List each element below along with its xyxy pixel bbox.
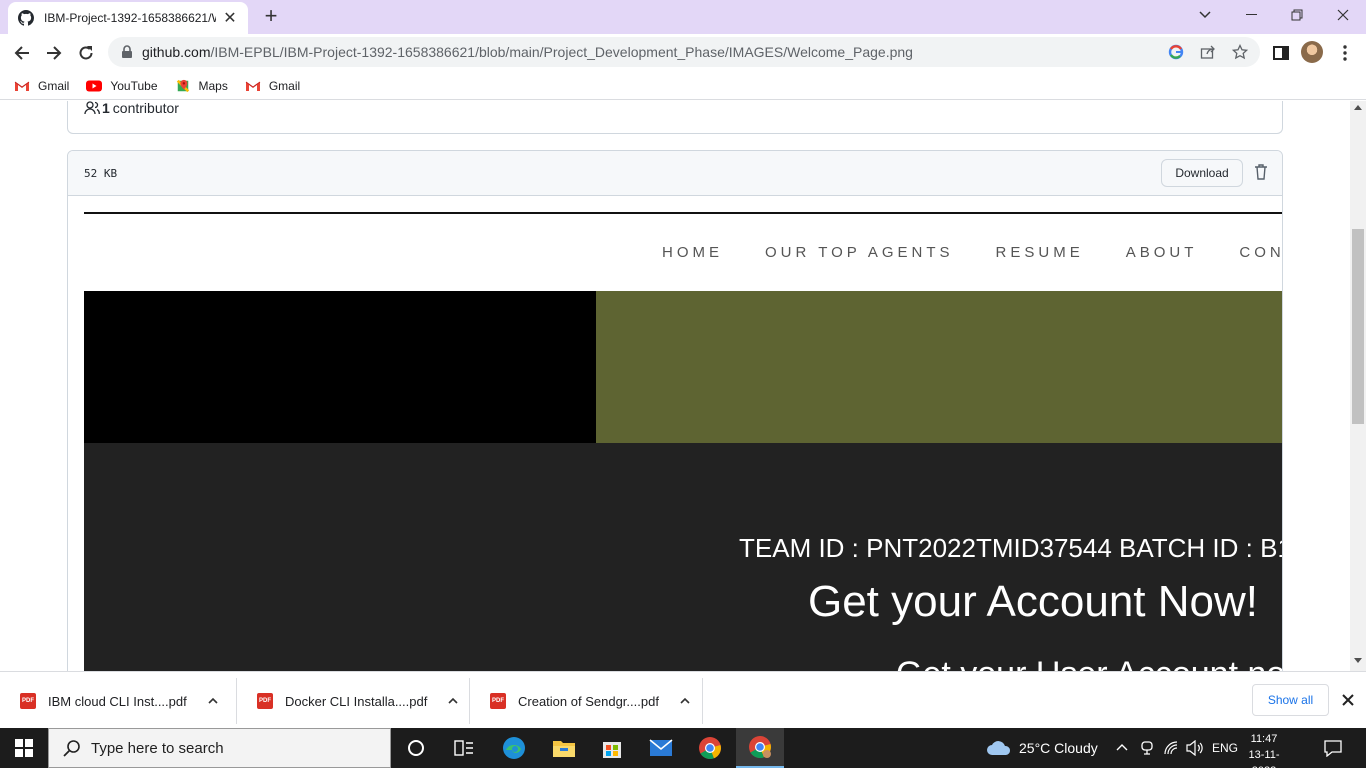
windows-taskbar: Type here to search 25°C Cloudy ENG 11:4… (0, 728, 1366, 768)
trash-icon[interactable] (1254, 164, 1268, 180)
task-view-icon[interactable] (440, 728, 488, 768)
search-icon (63, 740, 80, 757)
menu-kebab-icon[interactable] (1335, 43, 1355, 63)
minimize-button[interactable] (1228, 0, 1274, 30)
bookmark-gmail[interactable]: Gmail (14, 79, 69, 93)
file-explorer-icon[interactable] (540, 728, 588, 768)
preview-hero: TEAM ID : PNT2022TMID37544 BATCH ID : B1… (84, 443, 1282, 671)
file-viewer: 52 KB Download HOME OUR TOP AGENTS RESUM… (67, 150, 1283, 671)
preview-nav-about: ABOUT (1125, 244, 1198, 261)
forward-arrow-icon[interactable] (41, 40, 67, 66)
url-text: github.com/IBM-EPBL/IBM-Project-1392-165… (142, 44, 913, 60)
pdf-icon: PDF (490, 693, 506, 709)
gmail-icon (245, 81, 261, 91)
language-indicator[interactable]: ENG (1212, 741, 1238, 755)
bookmarks-bar: Gmail YouTube Maps Gmail (0, 72, 1366, 100)
mail-icon[interactable] (637, 728, 685, 768)
tab-title: IBM-Project-1392-1658386621/W (44, 11, 216, 25)
lock-icon[interactable] (120, 45, 134, 59)
share-icon[interactable] (1200, 44, 1216, 60)
preview-nav-top-agents: OUR TOP AGENTS (765, 244, 954, 261)
scroll-thumb[interactable] (1352, 229, 1364, 424)
preview-subline: Get your User Account now (896, 655, 1282, 671)
preview-top-line (84, 212, 1282, 214)
chrome-icon[interactable] (686, 728, 734, 768)
cortana-icon[interactable] (392, 728, 440, 768)
file-size: 52 KB (84, 167, 118, 180)
show-all-downloads-button[interactable]: Show all (1252, 684, 1329, 716)
download-item[interactable]: PDF Docker CLI Installa....pdf (237, 678, 470, 724)
preview-black-block (84, 291, 596, 443)
volume-icon[interactable] (1186, 740, 1204, 756)
tab-search-chevron-icon[interactable] (1182, 0, 1228, 30)
scroll-up-arrow-icon[interactable] (1354, 105, 1362, 110)
download-item[interactable]: PDF Creation of Sendgr....pdf (470, 678, 703, 724)
page-scrollbar[interactable] (1350, 101, 1366, 671)
microsoft-store-icon[interactable] (588, 728, 636, 768)
download-item[interactable]: PDF IBM cloud CLI Inst....pdf (0, 678, 237, 724)
side-panel-icon[interactable] (1271, 43, 1291, 63)
preview-team-id: TEAM ID : PNT2022TMID37544 BATCH ID : B1… (739, 533, 1282, 563)
windows-start-icon[interactable] (0, 728, 48, 768)
download-shelf: PDF IBM cloud CLI Inst....pdf PDF Docker… (0, 671, 1366, 728)
preview-nav-home: HOME (662, 244, 723, 261)
pdf-icon: PDF (20, 693, 36, 709)
youtube-icon (86, 80, 103, 91)
restore-button[interactable] (1274, 0, 1320, 30)
preview-olive-block (596, 291, 1282, 443)
maps-icon (176, 79, 189, 92)
github-icon (18, 10, 34, 26)
address-bar[interactable]: github.com/IBM-EPBL/IBM-Project-1392-165… (108, 37, 1260, 67)
clock[interactable]: 11:47 13-11-2022 (1237, 731, 1291, 768)
tab-github[interactable]: IBM-Project-1392-1658386621/W ✕ (8, 2, 248, 34)
reload-icon[interactable] (73, 40, 99, 66)
bookmark-maps[interactable]: Maps (175, 79, 228, 93)
browser-toolbar: github.com/IBM-EPBL/IBM-Project-1392-165… (0, 34, 1366, 72)
back-arrow-icon[interactable] (9, 40, 35, 66)
meet-now-icon[interactable] (1140, 740, 1154, 756)
preview-headline: Get your Account Now! (807, 577, 1258, 626)
pdf-icon: PDF (257, 693, 273, 709)
file-header: 52 KB Download (68, 151, 1282, 196)
page-content: 1 contributor 52 KB Download HOME OUR TO… (0, 101, 1350, 671)
star-icon[interactable] (1232, 44, 1248, 60)
contributors-box: 1 contributor (67, 101, 1283, 134)
edge-icon[interactable] (490, 728, 538, 768)
preview-nav-resume: RESUME (995, 244, 1084, 261)
new-tab-button[interactable]: + (258, 4, 284, 30)
preview-nav-contact: CONTACT (1239, 244, 1282, 261)
chevron-up-tray-icon[interactable] (1116, 742, 1128, 752)
chevron-up-icon[interactable] (447, 695, 459, 707)
bookmark-youtube[interactable]: YouTube (86, 79, 158, 93)
chrome-active-icon[interactable] (736, 728, 784, 768)
people-icon (84, 101, 100, 115)
taskbar-search-input[interactable]: Type here to search (48, 728, 391, 768)
bookmark-gmail-2[interactable]: Gmail (245, 79, 300, 93)
image-preview: HOME OUR TOP AGENTS RESUME ABOUT CONTACT… (84, 212, 1282, 671)
chevron-up-icon[interactable] (207, 695, 219, 707)
wifi-icon[interactable] (1163, 740, 1181, 756)
preview-nav: HOME OUR TOP AGENTS RESUME ABOUT CONTACT (662, 244, 1282, 261)
gmail-icon (14, 81, 30, 91)
download-button[interactable]: Download (1161, 159, 1243, 187)
close-window-button[interactable] (1320, 0, 1366, 30)
contributors-link[interactable]: 1 contributor (84, 101, 179, 116)
close-shelf-icon[interactable] (1339, 691, 1357, 709)
tab-close-icon[interactable]: ✕ (222, 8, 238, 28)
chevron-up-icon[interactable] (679, 695, 691, 707)
google-icon[interactable] (1168, 44, 1184, 60)
profile-avatar[interactable] (1301, 41, 1323, 63)
notifications-icon[interactable] (1323, 739, 1343, 757)
cloudy-weather-icon[interactable] (985, 738, 1013, 756)
weather-text[interactable]: 25°C Cloudy (1019, 740, 1098, 756)
scroll-down-arrow-icon[interactable] (1354, 658, 1362, 663)
tab-strip: IBM-Project-1392-1658386621/W ✕ + (0, 0, 1366, 34)
